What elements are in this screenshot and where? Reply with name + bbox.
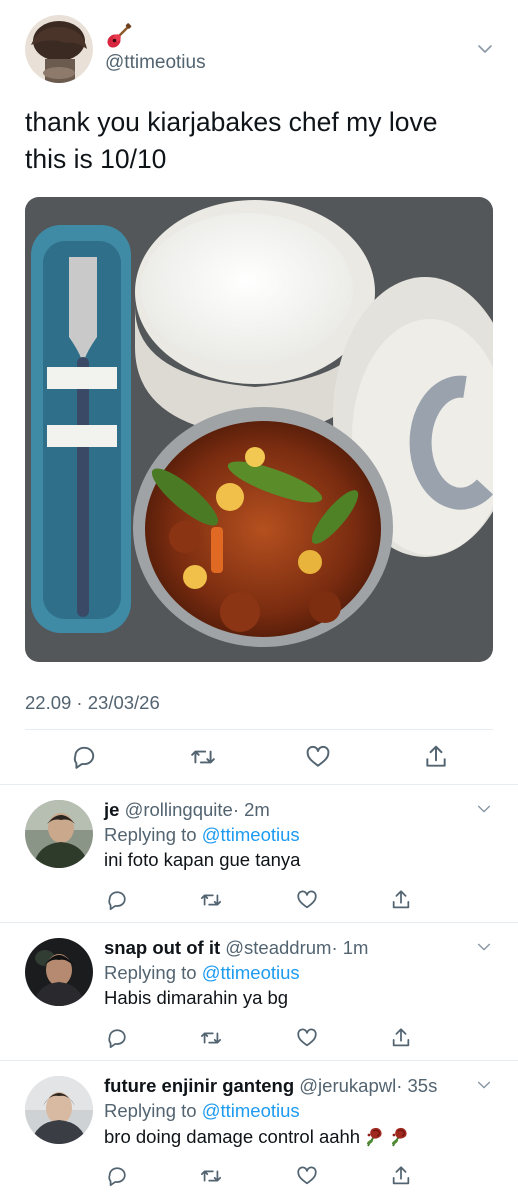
replying-to: Replying to @ttimeotius (104, 1100, 300, 1122)
replying-prefix: Replying to (104, 824, 202, 845)
chevron-down-icon[interactable] (476, 40, 494, 58)
display-name[interactable]: snap out of it (104, 937, 220, 958)
reply-text: Habis dimarahin ya bg (104, 987, 289, 1008)
tweet-photo[interactable] (25, 197, 493, 662)
user-handle[interactable]: @steaddrum (225, 937, 331, 958)
user-handle[interactable]: @rollingquite (125, 799, 233, 820)
retweet-icon[interactable] (200, 889, 222, 911)
wilted-rose-emoji (363, 1125, 385, 1147)
share-icon[interactable] (390, 1027, 412, 1049)
like-icon[interactable] (296, 1165, 318, 1187)
replying-prefix: Replying to (104, 1100, 202, 1121)
replying-mention[interactable]: @ttimeotius (202, 962, 300, 983)
author-avatar[interactable] (25, 15, 93, 83)
reply-icon[interactable] (106, 1165, 128, 1187)
wilted-rose-emoji (388, 1125, 410, 1147)
avatar[interactable] (25, 800, 93, 868)
reply-tweet[interactable]: snap out of it @steaddrum· 1m Replying t… (0, 923, 518, 1061)
retweet-icon[interactable] (190, 744, 216, 770)
retweet-icon[interactable] (200, 1165, 222, 1187)
reply-text: ini foto kapan gue tanya (104, 849, 301, 870)
avatar[interactable] (25, 1076, 93, 1144)
avatar[interactable] (25, 938, 93, 1006)
share-icon[interactable] (423, 744, 449, 770)
replying-mention[interactable]: @ttimeotius (202, 1100, 300, 1121)
reply-icon[interactable] (106, 1027, 128, 1049)
reply-header: future enjinir ganteng @jerukapwl· 35s (104, 1075, 437, 1097)
reply-time: · 1m (331, 937, 369, 958)
like-icon[interactable] (296, 889, 318, 911)
reply-header: je @rollingquite· 2m (104, 799, 270, 821)
share-icon[interactable] (390, 889, 412, 911)
reply-tweet[interactable]: je @rollingquite· 2m Replying to @ttimeo… (0, 785, 518, 923)
reply-time: · 2m (232, 799, 270, 820)
reply-header: snap out of it @steaddrum· 1m (104, 937, 368, 959)
replying-to: Replying to @ttimeotius (104, 824, 300, 846)
main-tweet: @ttimeotius thank you kiarjabakes chef m… (0, 0, 518, 785)
like-icon[interactable] (296, 1027, 318, 1049)
display-name[interactable]: future enjinir ganteng (104, 1075, 294, 1096)
reply-icon[interactable] (106, 889, 128, 911)
chevron-down-icon[interactable] (476, 1077, 492, 1093)
chevron-down-icon[interactable] (476, 801, 492, 817)
tweet-timestamp: 22.09 · 23/03/26 (25, 692, 160, 713)
replying-to: Replying to @ttimeotius (104, 962, 300, 984)
reply-text: bro doing damage control aahh (104, 1126, 361, 1147)
replying-prefix: Replying to (104, 962, 202, 983)
share-icon[interactable] (390, 1165, 412, 1187)
reply-time: · 35s (396, 1075, 438, 1096)
author-handle[interactable]: @ttimeotius (105, 52, 206, 74)
user-handle[interactable]: @jerukapwl (299, 1075, 396, 1096)
reply-tweet[interactable]: future enjinir ganteng @jerukapwl· 35s R… (0, 1061, 518, 1199)
reply-icon[interactable] (71, 744, 97, 770)
tweet-text: thank you kiarjabakes chef my love this … (25, 107, 438, 174)
replying-mention[interactable]: @ttimeotius (202, 824, 300, 845)
retweet-icon[interactable] (200, 1027, 222, 1049)
guitar-emoji (105, 22, 133, 50)
like-icon[interactable] (305, 744, 331, 770)
display-name[interactable]: je (104, 799, 119, 820)
divider (25, 729, 493, 730)
chevron-down-icon[interactable] (476, 939, 492, 955)
reply-text-row: bro doing damage control aahh (104, 1125, 410, 1148)
